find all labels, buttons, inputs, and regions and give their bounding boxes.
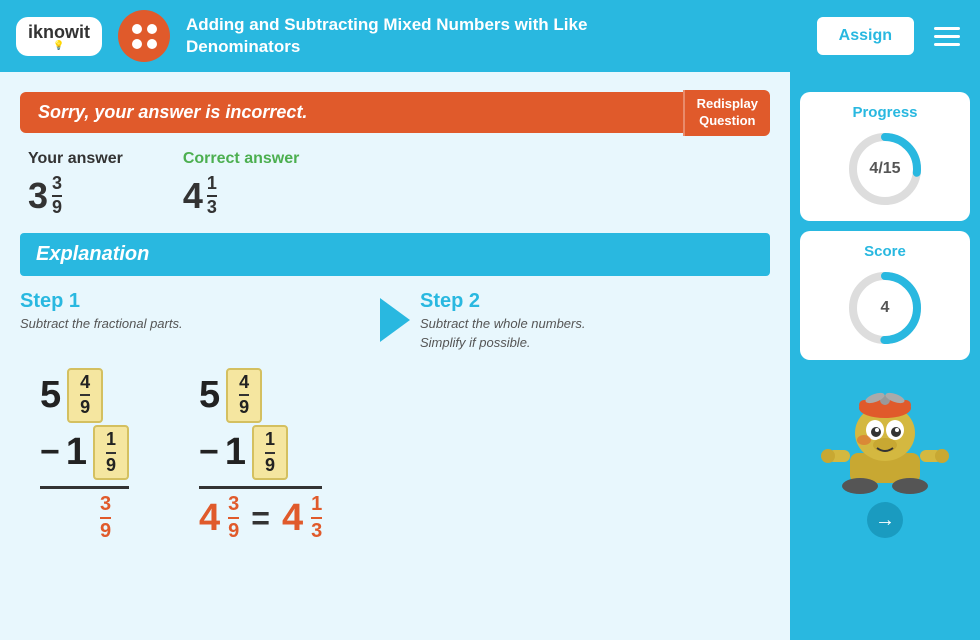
bottom-frac-den-1: 9 [106,454,116,477]
dot [147,24,157,34]
math-row-1: 5 4 9 [40,368,103,423]
your-numerator: 3 [52,174,62,197]
final-frac-num: 1 [311,493,322,519]
progress-circle: 4/15 [845,129,925,209]
dice-dots [130,22,159,51]
your-fraction: 3 9 [52,174,62,218]
dot [132,24,142,34]
hamburger-line [934,43,960,46]
your-denominator: 9 [52,197,62,218]
logo-text: iknowit [28,23,90,41]
correct-answer-label: Correct answer [183,150,300,168]
mascot-area: → [820,378,950,538]
dot [132,39,142,49]
top-frac-num-2: 4 [239,372,249,397]
hamburger-line [934,35,960,38]
step-arrow [380,298,410,342]
content-area: Sorry, your answer is incorrect. Redispl… [0,72,790,640]
lesson-title: Adding and Subtracting Mixed Numbers wit… [186,14,801,58]
bottom-fraction-highlight-2: 1 9 [252,425,288,480]
top-frac-den-1: 9 [80,396,90,419]
answer-comparison: Your answer 3 3 9 Correct answer 4 1 3 [20,150,770,218]
score-title: Score [816,243,954,260]
step-1: Step 1 Subtract the fractional parts. [20,290,370,333]
your-answer-col: Your answer 3 3 9 [28,150,123,218]
progress-section: Progress 4/15 [800,92,970,221]
correct-denominator: 3 [207,197,217,218]
incorrect-message: Sorry, your answer is incorrect. [20,92,683,133]
next-arrow[interactable]: → [867,502,903,538]
math-line-1 [40,486,129,489]
top-whole-2: 5 [199,374,220,417]
bottom-frac-num-2: 1 [265,429,275,454]
math-line-2 [199,486,322,489]
correct-fraction: 1 3 [207,174,217,218]
bottom-frac-num-1: 1 [106,429,116,454]
math-row-3: 5 4 9 [199,368,262,423]
assign-button[interactable]: Assign [817,17,914,55]
step2-math: 5 4 9 − 1 1 9 4 [199,368,322,543]
final-whole: 4 [282,497,303,540]
mascot-svg [820,378,950,498]
final-frac-den: 3 [311,519,322,543]
result-frac-num-2: 3 [228,493,239,519]
steps-row: Step 1 Subtract the fractional parts. St… [20,290,770,351]
bottom-whole-2: 1 [225,431,246,474]
redisplay-button[interactable]: RedisplayQuestion [683,90,770,136]
dot [147,39,157,49]
sidebar: Progress 4/15 Score 4 [790,72,980,640]
your-whole: 3 [28,175,48,217]
top-whole-1: 5 [40,374,61,417]
result-frac-den-2: 9 [228,519,239,543]
progress-label: 4/15 [869,160,900,178]
bottom-whole-1: 1 [66,431,87,474]
logo: iknowit 💡 [16,17,102,56]
arrow-icon: → [875,509,895,532]
bottom-frac-den-2: 9 [265,454,275,477]
header: iknowit 💡 Adding and Subtracting Mixed N… [0,0,980,72]
math-examples: 5 4 9 − 1 1 9 [20,368,770,543]
score-circle: 4 [845,268,925,348]
result-row-2: 4 3 9 = 4 1 3 [199,493,322,543]
top-fraction-highlight-2: 4 9 [226,368,262,423]
math-row-4: − 1 1 9 [199,425,288,480]
result-row-1: 3 9 [100,493,111,543]
your-answer-value: 3 3 9 [28,174,62,218]
score-label: 4 [881,299,890,317]
step2-title: Step 2 [420,290,770,313]
dice-icon [118,10,170,62]
step1-math: 5 4 9 − 1 1 9 [40,368,129,543]
top-fraction-highlight-1: 4 9 [67,368,103,423]
step1-title: Step 1 [20,290,370,313]
top-frac-den-2: 9 [239,396,249,419]
correct-numerator: 1 [207,174,217,197]
correct-whole: 4 [183,175,203,217]
explanation-header: Explanation [20,233,770,276]
bottom-fraction-highlight-1: 1 9 [93,425,129,480]
step-2: Step 2 Subtract the whole numbers.Simpli… [420,290,770,351]
logo-sub: 💡 [53,41,64,50]
result-frac-den-1: 9 [100,519,111,543]
your-answer-label: Your answer [28,150,123,168]
main-area: Sorry, your answer is incorrect. Redispl… [0,72,980,640]
result-whole-2: 4 [199,497,220,540]
result-frac-num-1: 3 [100,493,111,519]
minus-sign-1: − [40,433,60,472]
correct-answer-value: 4 1 3 [183,174,217,218]
step1-desc: Subtract the fractional parts. [20,315,370,333]
correct-answer-col: Correct answer 4 1 3 [183,150,300,218]
progress-title: Progress [816,104,954,121]
hamburger-line [934,27,960,30]
equals-sign: = [251,500,270,537]
minus-sign-2: − [199,433,219,472]
incorrect-banner: Sorry, your answer is incorrect. Redispl… [20,90,770,136]
score-section: Score 4 [800,231,970,360]
menu-button[interactable] [930,23,964,50]
top-frac-num-1: 4 [80,372,90,397]
math-row-2: − 1 1 9 [40,425,129,480]
step2-desc: Subtract the whole numbers.Simplify if p… [420,315,770,351]
